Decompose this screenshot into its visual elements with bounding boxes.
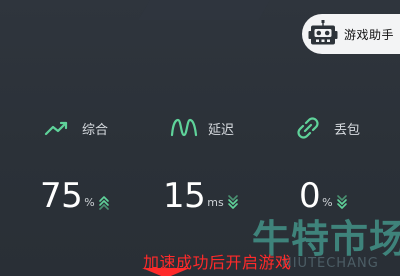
link-icon: [296, 117, 326, 139]
game-accelerator-screen: 游戏助手 综合 延迟 丢包 75 % 15 ms 0 % 牛特市场 NIUTEC…: [0, 0, 400, 276]
game-assistant-button[interactable]: 游戏助手: [302, 14, 400, 54]
background-shade: [138, 0, 282, 20]
robot-icon: [306, 17, 340, 51]
metric-composite-header: 综合: [44, 116, 108, 140]
latency-unit: ms: [207, 196, 224, 209]
metric-loss-header: 丢包: [296, 116, 360, 140]
double-chevron-up-icon: [98, 194, 110, 210]
watermark-subtext: NIUTECHANG: [282, 256, 379, 271]
trend-line-icon: [44, 117, 74, 139]
metric-composite-value: 75 %: [40, 172, 110, 216]
metric-latency-header: 延迟: [170, 116, 234, 140]
metric-latency-value: 15 ms: [163, 172, 239, 216]
wave-icon: [170, 117, 200, 139]
double-chevron-down-icon: [227, 194, 239, 210]
metric-loss-label: 丢包: [334, 122, 361, 138]
latency-number: 15: [163, 176, 206, 216]
composite-number: 75: [40, 176, 83, 216]
game-assistant-label: 游戏助手: [344, 27, 395, 42]
metric-latency-label: 延迟: [208, 122, 235, 138]
metric-composite-label: 综合: [82, 122, 109, 138]
composite-unit: %: [84, 196, 95, 209]
